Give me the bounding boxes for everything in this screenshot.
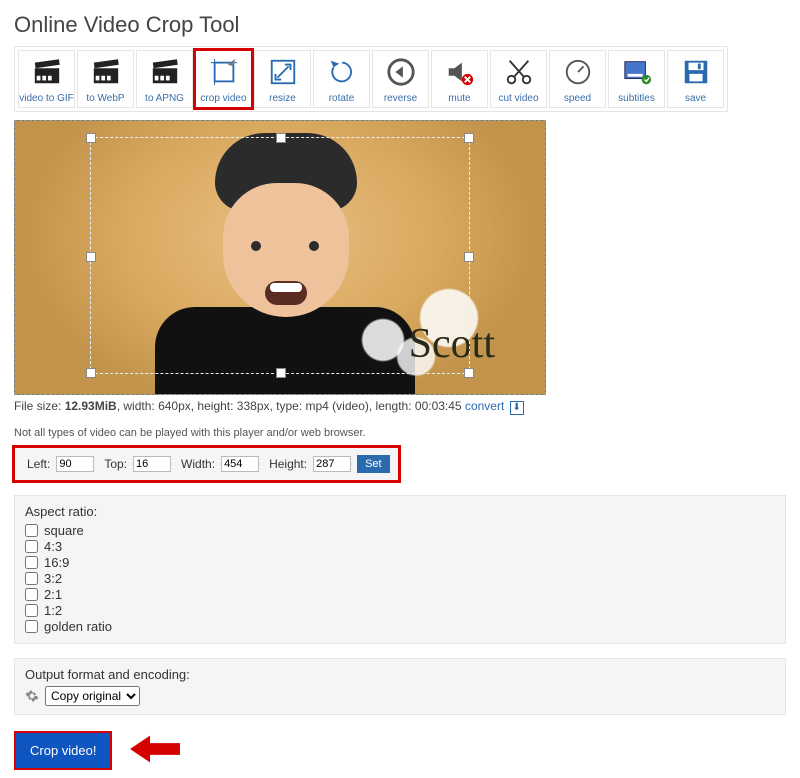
- height-input[interactable]: [313, 456, 351, 472]
- aspect-option-1-2[interactable]: 1:2: [25, 603, 775, 618]
- page-title: Online Video Crop Tool: [14, 12, 786, 38]
- toolbar-label: save: [685, 93, 706, 104]
- mute-icon: [445, 51, 475, 93]
- left-input[interactable]: [56, 456, 94, 472]
- aspect-option-16-9[interactable]: 16:9: [25, 555, 775, 570]
- crop-handle-tl[interactable]: [86, 133, 96, 143]
- arrow-indicator-icon: [130, 731, 180, 770]
- toolbar-rotate[interactable]: rotate: [313, 50, 370, 108]
- crop-video-icon: [209, 51, 239, 93]
- crop-handle-bm[interactable]: [276, 368, 286, 378]
- toolbar-to-webp[interactable]: to WebP: [77, 50, 134, 108]
- convert-link[interactable]: convert: [465, 399, 504, 413]
- aspect-checkbox[interactable]: [25, 588, 38, 601]
- speed-icon: [563, 51, 593, 93]
- subtitles-icon: [622, 51, 652, 93]
- width-label: Width:: [181, 457, 215, 471]
- aspect-checkbox[interactable]: [25, 572, 38, 585]
- crop-handle-mr[interactable]: [464, 252, 474, 262]
- top-label: Top:: [104, 457, 127, 471]
- file-size: 12.93MiB: [65, 399, 117, 413]
- aspect-label: golden ratio: [44, 619, 112, 634]
- toolbar-crop-video[interactable]: crop video: [195, 50, 252, 108]
- crop-handle-br[interactable]: [464, 368, 474, 378]
- toolbar-resize[interactable]: resize: [254, 50, 311, 108]
- toolbar-label: reverse: [384, 93, 417, 104]
- video-canvas[interactable]: Scott: [14, 120, 546, 395]
- aspect-label: 3:2: [44, 571, 62, 586]
- set-button[interactable]: Set: [357, 455, 390, 473]
- height-label: Height:: [269, 457, 307, 471]
- toolbar-label: mute: [448, 93, 470, 104]
- output-title: Output format and encoding:: [25, 667, 775, 682]
- toolbar-label: video to GIF: [19, 93, 73, 104]
- width-input[interactable]: [221, 456, 259, 472]
- compatibility-note: Not all types of video can be played wit…: [14, 427, 786, 439]
- toolbar-speed[interactable]: speed: [549, 50, 606, 108]
- crop-handle-ml[interactable]: [86, 252, 96, 262]
- download-icon[interactable]: ⬇: [510, 401, 524, 415]
- output-format-select[interactable]: Copy original: [45, 686, 140, 706]
- aspect-option-3-2[interactable]: 3:2: [25, 571, 775, 586]
- toolbar-to-apng[interactable]: to APNG: [136, 50, 193, 108]
- aspect-checkbox[interactable]: [25, 524, 38, 537]
- aspect-label: square: [44, 523, 84, 538]
- toolbar-subtitles[interactable]: subtitles: [608, 50, 665, 108]
- aspect-checkbox[interactable]: [25, 556, 38, 569]
- video-to-gif-icon: [32, 51, 62, 93]
- toolbar-label: to WebP: [86, 93, 124, 104]
- to-apng-icon: [150, 51, 180, 93]
- aspect-checkbox[interactable]: [25, 620, 38, 633]
- toolbar-video-to-gif[interactable]: video to GIF: [18, 50, 75, 108]
- toolbar-label: speed: [564, 93, 591, 104]
- top-input[interactable]: [133, 456, 171, 472]
- toolbar-label: cut video: [498, 93, 538, 104]
- aspect-option-golden-ratio[interactable]: golden ratio: [25, 619, 775, 634]
- aspect-checkbox[interactable]: [25, 540, 38, 553]
- output-section: Output format and encoding: Copy origina…: [14, 658, 786, 715]
- toolbar-label: resize: [269, 93, 296, 104]
- gear-icon: [25, 689, 39, 703]
- left-label: Left:: [27, 457, 50, 471]
- toolbar-label: subtitles: [618, 93, 655, 104]
- crop-handle-tm[interactable]: [276, 133, 286, 143]
- toolbar-mute[interactable]: mute: [431, 50, 488, 108]
- toolbar-label: crop video: [200, 93, 246, 104]
- aspect-ratio-section: Aspect ratio: square4:316:93:22:11:2gold…: [14, 495, 786, 644]
- aspect-label: 1:2: [44, 603, 62, 618]
- save-icon: [681, 51, 711, 93]
- toolbar: video to GIF to WebP to APNG crop video resi…: [14, 46, 728, 112]
- cut-video-icon: [504, 51, 534, 93]
- toolbar-label: to APNG: [145, 93, 184, 104]
- aspect-label: 4:3: [44, 539, 62, 554]
- reverse-icon: [386, 51, 416, 93]
- aspect-option-2-1[interactable]: 2:1: [25, 587, 775, 602]
- resize-icon: [268, 51, 298, 93]
- aspect-ratio-title: Aspect ratio:: [25, 504, 775, 519]
- toolbar-cut-video[interactable]: cut video: [490, 50, 547, 108]
- crop-selection[interactable]: [90, 137, 470, 374]
- toolbar-label: rotate: [329, 93, 355, 104]
- aspect-option-square[interactable]: square: [25, 523, 775, 538]
- aspect-option-4-3[interactable]: 4:3: [25, 539, 775, 554]
- file-info: File size: 12.93MiB, width: 640px, heigh…: [14, 399, 786, 415]
- toolbar-save[interactable]: save: [667, 50, 724, 108]
- to-webp-icon: [91, 51, 121, 93]
- crop-video-button[interactable]: Crop video!: [14, 731, 112, 770]
- crop-handle-tr[interactable]: [464, 133, 474, 143]
- crop-handle-bl[interactable]: [86, 368, 96, 378]
- aspect-checkbox[interactable]: [25, 604, 38, 617]
- rotate-icon: [327, 51, 357, 93]
- aspect-label: 2:1: [44, 587, 62, 602]
- toolbar-reverse[interactable]: reverse: [372, 50, 429, 108]
- crop-coordinates-bar: Left: Top: Width: Height: Set: [14, 447, 399, 481]
- aspect-label: 16:9: [44, 555, 69, 570]
